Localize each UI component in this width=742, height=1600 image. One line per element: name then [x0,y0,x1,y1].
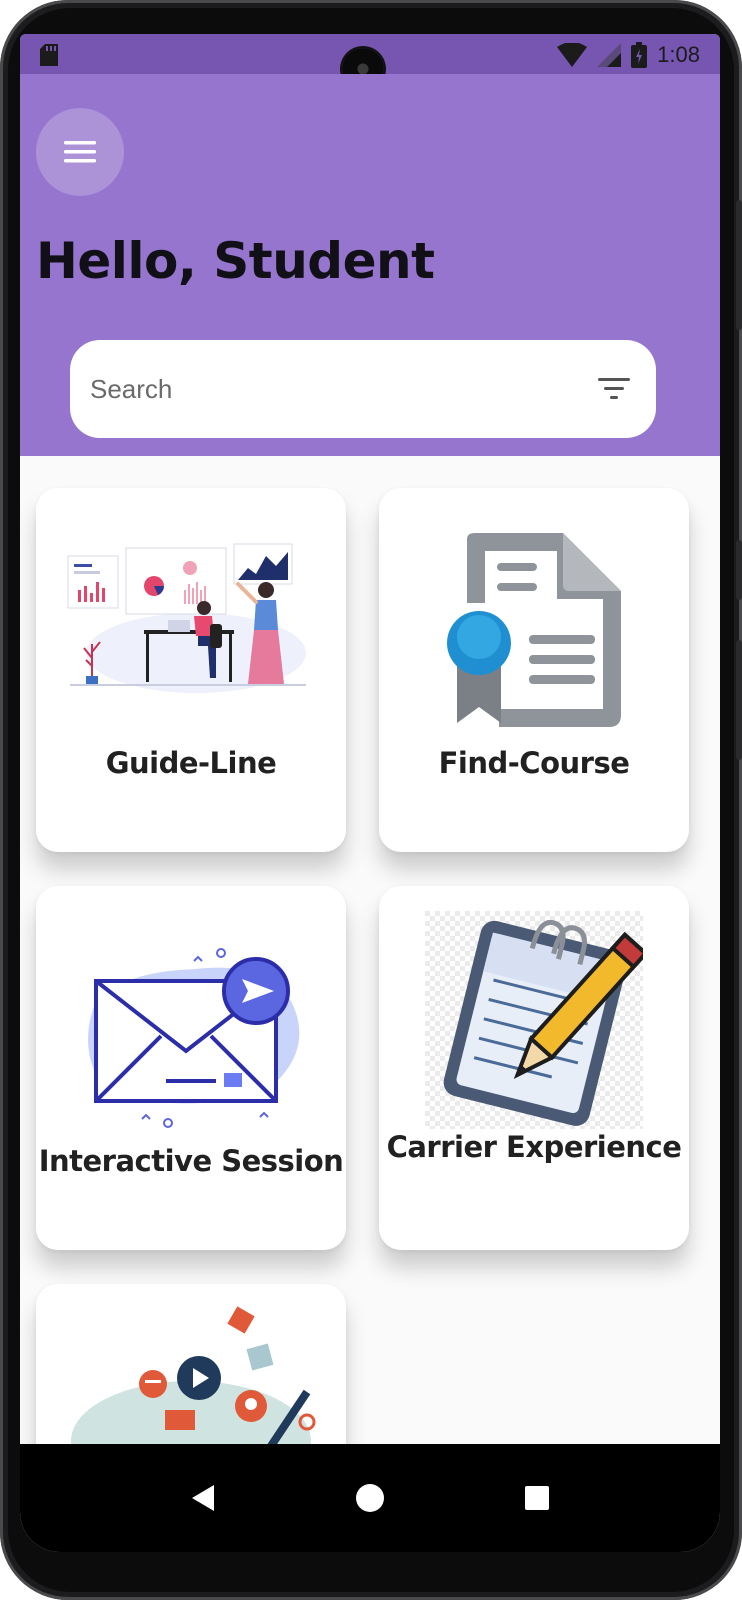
back-triangle-icon [192,1485,215,1511]
screen: 1:08 Hello, Student Search Guide-Line Fi… [20,34,720,1552]
card-education-media[interactable] [36,1284,346,1444]
card-carrier-experience[interactable]: Carrier Experience [379,886,689,1250]
certificate-document-icon [379,488,689,748]
filter-icon[interactable] [598,376,632,402]
card-label: Guide-Line [105,746,277,780]
card-guide-line[interactable]: Guide-Line [36,488,346,852]
nav-back-button[interactable] [183,1478,223,1518]
power-button [736,200,742,330]
search-input[interactable] [90,373,598,405]
signal-icon [597,43,622,67]
home-circle-icon [355,1484,384,1512]
envelope-send-illustration [36,886,346,1146]
greeting-title: Hello, Student [36,232,435,290]
volume-up-button [736,540,742,600]
status-icons: 1:08 [557,40,700,70]
card-label: Carrier Experience [386,1130,682,1164]
system-nav-bar [20,1444,720,1552]
battery-icon [631,42,648,68]
education-media-illustration [36,1284,346,1444]
card-label: Find-Course [438,746,630,780]
analytics-dashboard-illustration [36,488,346,748]
hamburger-menu-icon [64,141,96,163]
sd-card-icon [40,44,58,66]
volume-down-button [736,640,742,760]
search-bar[interactable] [70,340,656,438]
card-find-course[interactable]: Find-Course [379,488,689,852]
menu-button[interactable] [36,108,124,196]
notepad-pencil-icon [379,886,689,1134]
phone-frame: 1:08 Hello, Student Search Guide-Line Fi… [0,0,742,1600]
card-interactive-session[interactable]: Interactive Session [36,886,346,1250]
nav-recents-button[interactable] [517,1478,557,1518]
wifi-icon [557,43,588,67]
status-clock: 1:08 [657,42,700,67]
header: Hello, Student [20,74,720,456]
nav-home-button[interactable] [350,1478,390,1518]
recents-square-icon [524,1486,549,1510]
feature-grid: Guide-Line Find-Course Interactive Sessi… [20,456,720,1444]
card-label: Interactive Session [38,1144,344,1178]
